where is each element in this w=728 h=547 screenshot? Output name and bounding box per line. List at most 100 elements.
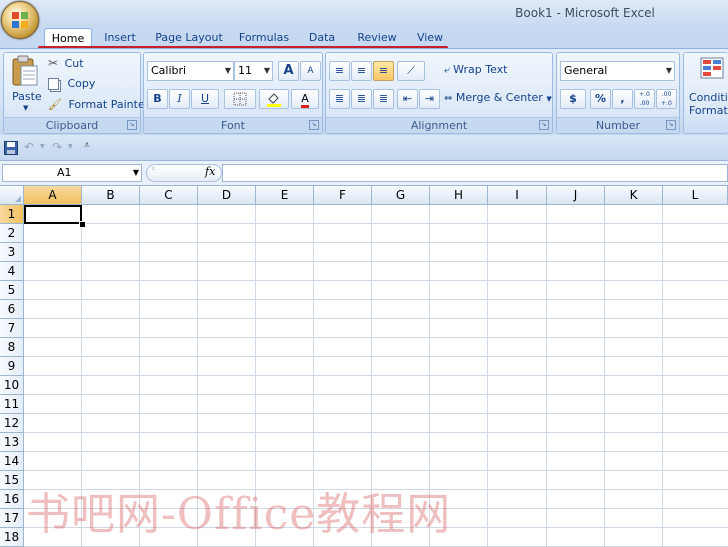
active-cell[interactable] bbox=[24, 205, 82, 224]
column-header[interactable]: E bbox=[256, 186, 314, 205]
row-header[interactable]: 1 bbox=[0, 205, 24, 224]
column-header[interactable]: D bbox=[198, 186, 256, 205]
format-painter-button[interactable]: 🖌 Format Painter bbox=[48, 98, 149, 111]
increase-indent-button[interactable]: ⇥ bbox=[419, 89, 440, 109]
name-box[interactable]: A1 ▼ bbox=[2, 164, 142, 182]
tab-review[interactable]: Review bbox=[352, 28, 402, 48]
tab-formulas[interactable]: Formulas bbox=[234, 28, 294, 48]
wrap-text-button[interactable]: ⤶ Wrap Text bbox=[444, 63, 507, 76]
row-header[interactable]: 13 bbox=[0, 433, 24, 452]
row-header[interactable]: 9 bbox=[0, 357, 24, 376]
comma-style-button[interactable]: , bbox=[612, 89, 633, 109]
cut-button[interactable]: ✂ Cut bbox=[48, 56, 84, 70]
redo-dropdown[interactable]: ▼ bbox=[68, 143, 73, 150]
row-header[interactable]: 2 bbox=[0, 224, 24, 243]
column-header[interactable]: F bbox=[314, 186, 372, 205]
number-dialog-launcher[interactable]: ↘ bbox=[666, 120, 676, 130]
row-header[interactable]: 10 bbox=[0, 376, 24, 395]
office-button[interactable] bbox=[1, 1, 39, 39]
conditional-formatting-label-2: Formattin bbox=[689, 104, 728, 117]
insert-function-button[interactable]: fx bbox=[205, 165, 215, 178]
row-header[interactable]: 16 bbox=[0, 490, 24, 509]
shrink-font-button[interactable]: A bbox=[300, 61, 321, 81]
bold-button[interactable]: B bbox=[147, 89, 168, 109]
tab-view[interactable]: View bbox=[410, 28, 450, 48]
row-gridline bbox=[24, 375, 728, 376]
merge-center-button[interactable]: ⇔ Merge & Center ▼ bbox=[444, 91, 552, 104]
undo-icon[interactable]: ↶ bbox=[24, 140, 34, 154]
chevron-down-icon[interactable]: ▼ bbox=[133, 165, 139, 181]
merge-center-label: Merge & Center bbox=[455, 91, 543, 104]
percent-button[interactable]: % bbox=[590, 89, 611, 109]
decrease-decimal-button[interactable]: .00 +.0 bbox=[656, 89, 677, 109]
alignment-dialog-launcher[interactable]: ↘ bbox=[539, 120, 549, 130]
chevron-down-icon: ▼ bbox=[263, 66, 270, 75]
row-header[interactable]: 11 bbox=[0, 395, 24, 414]
column-header[interactable]: G bbox=[372, 186, 430, 205]
fill-handle[interactable] bbox=[79, 221, 86, 228]
column-header[interactable]: C bbox=[140, 186, 198, 205]
font-color-label: A bbox=[301, 92, 309, 108]
formula-bar-expander-icon[interactable]: ◦ bbox=[151, 165, 156, 175]
window-title: Book1 - Microsoft Excel bbox=[515, 6, 655, 20]
copy-button[interactable]: Copy bbox=[48, 77, 95, 90]
align-left-button[interactable]: ≣ bbox=[329, 89, 350, 109]
wrap-text-icon: ⤶ bbox=[444, 65, 450, 76]
align-top-button[interactable]: ≡ bbox=[329, 61, 350, 81]
tab-data[interactable]: Data bbox=[302, 28, 342, 48]
increase-decimal-button[interactable]: +.0 .00 bbox=[634, 89, 655, 109]
paste-dropdown-arrow[interactable]: ▼ bbox=[23, 104, 28, 112]
row-gridline bbox=[24, 318, 728, 319]
font-dialog-launcher[interactable]: ↘ bbox=[309, 120, 319, 130]
row-header[interactable]: 14 bbox=[0, 452, 24, 471]
number-format-select[interactable]: General ▼ bbox=[560, 61, 675, 81]
row-gridline bbox=[24, 299, 728, 300]
fill-color-button[interactable] bbox=[259, 89, 289, 109]
column-header[interactable]: K bbox=[605, 186, 663, 205]
row-header[interactable]: 12 bbox=[0, 414, 24, 433]
tab-page-layout[interactable]: Page Layout bbox=[152, 28, 226, 48]
align-bottom-button[interactable]: ≡ bbox=[373, 61, 394, 81]
select-all-corner[interactable]: ◢ bbox=[0, 186, 24, 205]
align-right-button[interactable]: ≣ bbox=[373, 89, 394, 109]
row-header[interactable]: 4 bbox=[0, 262, 24, 281]
redo-icon[interactable]: ↷ bbox=[52, 140, 62, 154]
save-icon[interactable] bbox=[4, 141, 18, 155]
row-header[interactable]: 3 bbox=[0, 243, 24, 262]
underline-button[interactable]: U bbox=[191, 89, 219, 109]
row-header[interactable]: 18 bbox=[0, 528, 24, 547]
row-header[interactable]: 17 bbox=[0, 509, 24, 528]
font-family-value: Calibri bbox=[151, 64, 187, 77]
select-all-triangle-icon: ◢ bbox=[14, 194, 21, 203]
row-header[interactable]: 8 bbox=[0, 338, 24, 357]
tab-insert[interactable]: Insert bbox=[98, 28, 142, 48]
column-header[interactable]: H bbox=[430, 186, 488, 205]
italic-button[interactable]: I bbox=[169, 89, 190, 109]
align-center-button[interactable]: ≣ bbox=[351, 89, 372, 109]
column-header[interactable]: A bbox=[24, 186, 82, 205]
grow-font-button[interactable]: A bbox=[278, 61, 299, 81]
customize-qat-icon[interactable]: ⩡ bbox=[84, 140, 90, 151]
column-header[interactable]: B bbox=[82, 186, 140, 205]
formula-input[interactable] bbox=[222, 164, 728, 182]
row-header[interactable]: 7 bbox=[0, 319, 24, 338]
orientation-button[interactable]: ⟋ bbox=[397, 61, 425, 81]
paste-button[interactable]: Paste ▼ bbox=[8, 55, 42, 115]
decrease-indent-button[interactable]: ⇤ bbox=[397, 89, 418, 109]
borders-button[interactable] bbox=[224, 89, 256, 109]
font-color-button[interactable]: A bbox=[291, 89, 319, 109]
font-family-select[interactable]: Calibri ▼ bbox=[147, 61, 234, 81]
align-middle-button[interactable]: ≡ bbox=[351, 61, 372, 81]
column-header[interactable]: J bbox=[547, 186, 605, 205]
column-header[interactable]: I bbox=[488, 186, 547, 205]
row-header[interactable]: 6 bbox=[0, 300, 24, 319]
column-header[interactable]: L bbox=[663, 186, 728, 205]
copy-icon bbox=[48, 78, 59, 90]
row-header[interactable]: 15 bbox=[0, 471, 24, 490]
clipboard-dialog-launcher[interactable]: ↘ bbox=[127, 120, 137, 130]
row-header[interactable]: 5 bbox=[0, 281, 24, 300]
font-size-select[interactable]: 11 ▼ bbox=[234, 61, 273, 81]
row-gridline bbox=[24, 356, 728, 357]
currency-button[interactable]: $ bbox=[560, 89, 586, 109]
undo-dropdown[interactable]: ▼ bbox=[40, 143, 45, 150]
